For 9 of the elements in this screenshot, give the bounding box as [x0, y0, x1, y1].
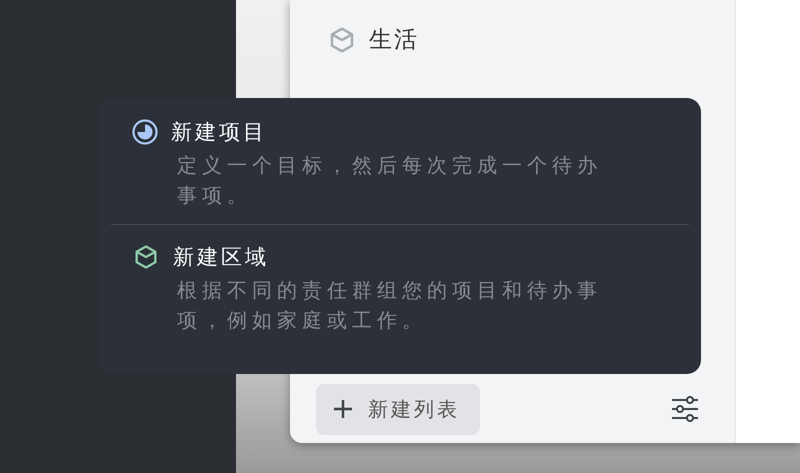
menu-item-title[interactable]: 新建区域 — [173, 243, 269, 271]
settings-icon[interactable] — [671, 395, 699, 423]
menu-item-title[interactable]: 新建项目 — [171, 118, 267, 146]
plus-icon — [332, 398, 354, 420]
pie-icon — [132, 119, 158, 145]
menu-item-description: 根据不同的责任群组您的项目和待办事项，例如家庭或工作。 — [177, 277, 603, 334]
sidebar-item[interactable]: 生活 — [290, 24, 735, 55]
menu-item-description: 定义一个目标，然后每次完成一个待办事项。 — [177, 152, 603, 209]
new-list-button[interactable]: 新建列表 — [316, 384, 480, 434]
